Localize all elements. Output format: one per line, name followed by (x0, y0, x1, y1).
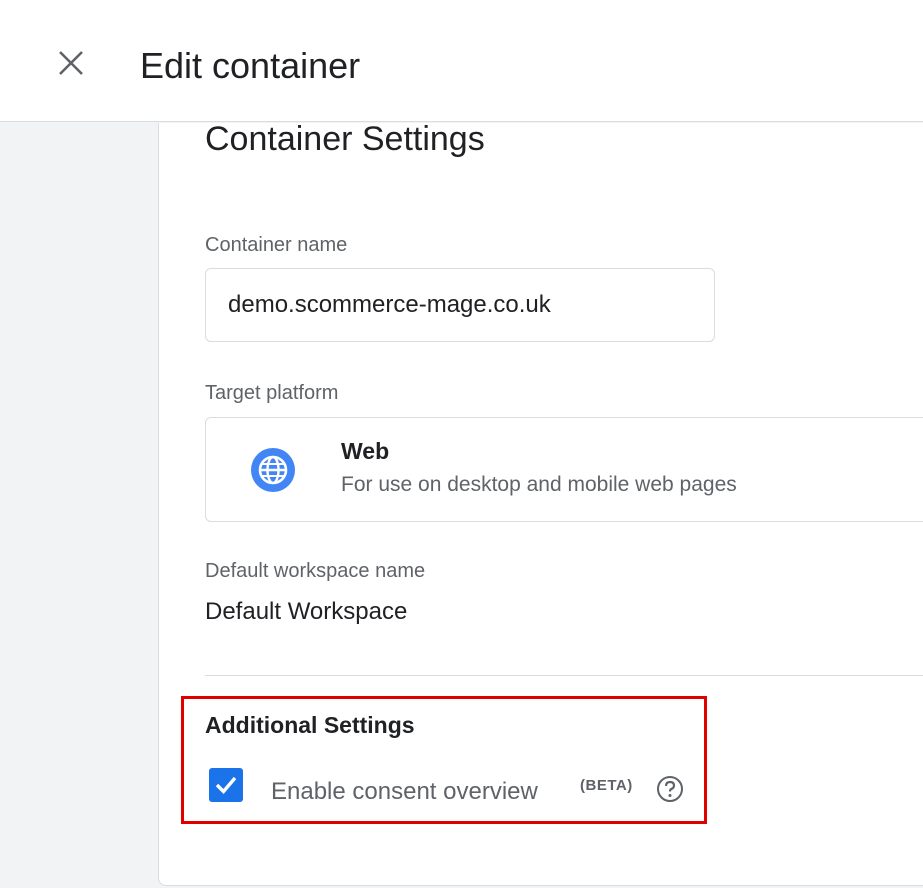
platform-name: Web (341, 438, 390, 464)
container-name-label: Container name (205, 234, 348, 256)
workspace-label: Default workspace name (205, 560, 426, 582)
target-platform-selector[interactable]: Web For use on desktop and mobile web pa… (205, 417, 923, 522)
additional-settings-title: Additional Settings (205, 712, 415, 738)
consent-overview-label: Enable consent overview (271, 778, 538, 805)
close-button[interactable] (52, 44, 90, 82)
close-icon (59, 51, 83, 75)
globe-icon (251, 448, 295, 492)
target-platform-label: Target platform (205, 382, 339, 404)
divider (205, 675, 923, 676)
page-title: Edit container (140, 45, 361, 86)
checkmark-icon (215, 776, 237, 795)
consent-overview-checkbox[interactable] (209, 768, 243, 802)
beta-badge: (BETA) (580, 777, 633, 794)
container-name-input[interactable] (205, 268, 715, 342)
workspace-value: Default Workspace (205, 598, 408, 625)
section-title: Container Settings (205, 120, 485, 158)
dialog-header: Edit container (0, 0, 923, 122)
help-circle-icon[interactable] (656, 775, 684, 803)
container-settings-card: Container Settings Container name Target… (158, 120, 923, 886)
platform-description: For use on desktop and mobile web pages (341, 473, 737, 496)
